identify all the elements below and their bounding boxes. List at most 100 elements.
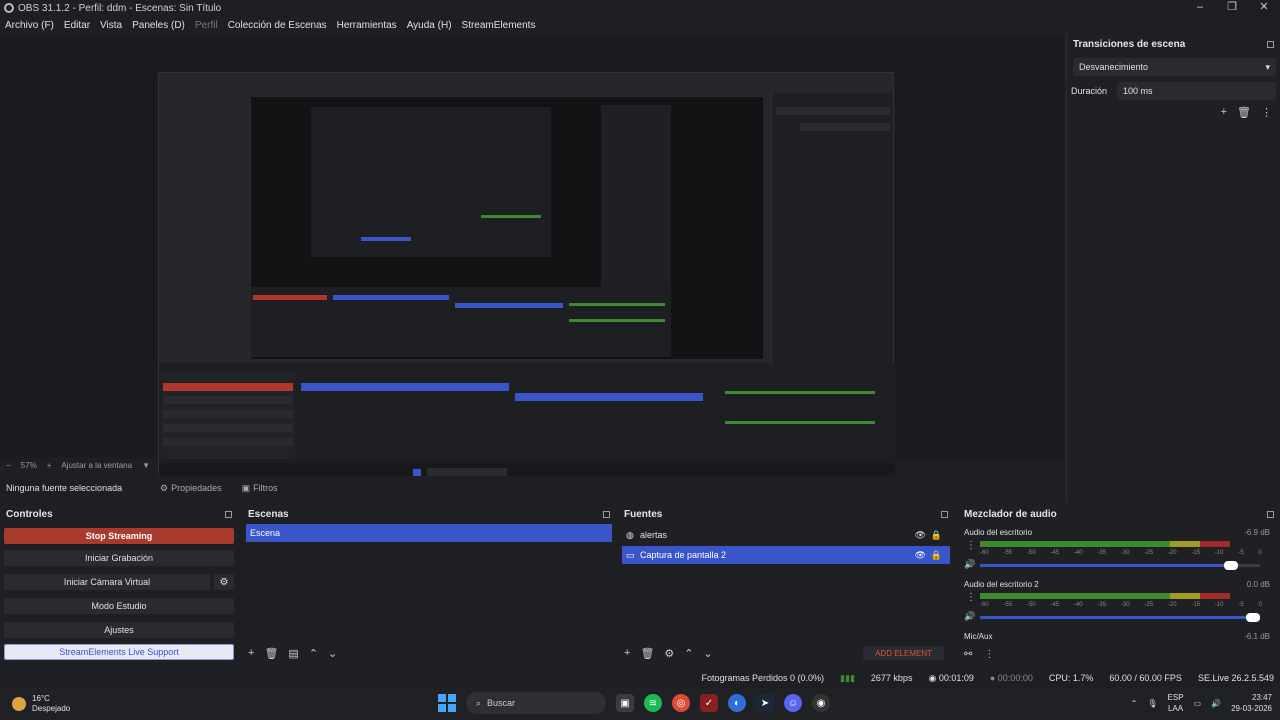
add-element-button[interactable]: ADD ELEMENT <box>863 646 944 660</box>
minimize-button[interactable]: – <box>1184 0 1216 14</box>
chevron-up-icon[interactable]: ⌃ <box>1131 699 1138 708</box>
version: SE.Live 26.2.5.549 <box>1197 673 1274 683</box>
close-button[interactable]: ✕ <box>1248 0 1280 14</box>
undock-icon[interactable] <box>225 510 232 518</box>
duration-input[interactable]: 100 ms <box>1117 82 1276 100</box>
menu-view[interactable]: Vista <box>95 20 127 31</box>
steam-icon[interactable]: ➤ <box>756 694 774 712</box>
obs-icon[interactable]: ◉ <box>812 694 830 712</box>
move-down-icon[interactable]: ⌄ <box>328 647 337 660</box>
scale-tick: 0 <box>1258 550 1262 556</box>
task-view-icon[interactable]: ▣ <box>616 694 634 712</box>
more-options-icon[interactable]: ⋮ <box>1261 106 1272 119</box>
scale-tick: -35 <box>1097 602 1107 608</box>
gear-icon[interactable]: ⚙ <box>664 647 674 660</box>
undock-icon[interactable] <box>1267 510 1274 518</box>
temperature: 16°C <box>32 694 50 703</box>
browser-source-icon: ◍ <box>626 529 634 540</box>
add-icon[interactable]: + <box>624 647 630 660</box>
volume-icon[interactable]: 🔊 <box>1211 699 1221 708</box>
filter-icon[interactable]: ▤ <box>288 647 298 660</box>
undock-icon[interactable] <box>941 510 948 518</box>
fit-to-window-select[interactable]: Ajustar a la ventana <box>61 461 132 470</box>
maximize-button[interactable]: ❐ <box>1216 0 1248 14</box>
chrome-icon[interactable]: ◎ <box>672 694 690 712</box>
trash-icon[interactable]: 🗑 <box>640 647 654 660</box>
speaker-icon[interactable]: 🔊 <box>964 611 975 622</box>
start-virtual-camera-button[interactable]: Iniciar Cámara Virtual <box>4 574 210 590</box>
properties-button[interactable]: ⚙ Propiedades <box>150 483 232 494</box>
move-up-icon[interactable]: ⌃ <box>309 647 318 660</box>
source-item[interactable]: ◍ alertas 👁 🔒 <box>622 526 950 544</box>
filters-label: Filtros <box>253 483 278 493</box>
more-options-icon[interactable]: ⋮ <box>984 649 994 660</box>
volume-slider[interactable] <box>980 561 1260 570</box>
trash-icon[interactable]: 🗑 <box>264 647 278 660</box>
menu-docks[interactable]: Paneles (D) <box>127 20 190 31</box>
stop-streaming-button[interactable]: Stop Streaming <box>4 528 234 544</box>
add-transition-icon[interactable]: + <box>1221 106 1227 119</box>
zoom-in-button[interactable]: + <box>47 461 52 470</box>
lock-icon[interactable]: 🔒 <box>931 530 942 541</box>
channel-db: -6.1 dB <box>1244 632 1270 641</box>
lock-icon[interactable]: 🔒 <box>931 550 942 561</box>
menu-profile[interactable]: Perfil <box>190 20 223 31</box>
gear-icon[interactable]: ⚙ <box>214 574 234 590</box>
dock-title: Controles <box>6 508 53 520</box>
filters-button[interactable]: ▣ Filtros <box>232 483 288 494</box>
language-indicator[interactable]: ESP LAA <box>1168 692 1184 714</box>
live-support-button[interactable]: StreamElements Live Support <box>4 644 234 660</box>
chevron-down-icon[interactable]: ▼ <box>142 461 150 470</box>
menu-help[interactable]: Ayuda (H) <box>402 20 457 31</box>
scale-tick: 0 <box>1258 602 1262 608</box>
clock[interactable]: 23:47 29-03-2026 <box>1231 692 1272 714</box>
move-up-icon[interactable]: ⌃ <box>684 647 693 660</box>
channel-name: Audio del escritorio <box>964 528 1033 537</box>
scene-item[interactable]: Escena <box>246 524 612 542</box>
taskbar-search[interactable]: ⌕ Buscar <box>466 692 606 714</box>
speaker-icon[interactable]: 🔊 <box>964 559 975 570</box>
preview-canvas[interactable] <box>0 34 1064 486</box>
link-icon[interactable]: ⚯ <box>964 649 972 660</box>
menu-streamelements[interactable]: StreamElements <box>457 20 541 31</box>
menu-scene-collection[interactable]: Colección de Escenas <box>223 20 332 31</box>
weather-widget[interactable]: 16°C Despejado <box>0 694 70 714</box>
dock-title: Mezclador de audio <box>964 508 1057 520</box>
menu-edit[interactable]: Editar <box>59 20 95 31</box>
duration-value: 100 ms <box>1123 86 1153 96</box>
undock-icon[interactable] <box>1267 40 1274 48</box>
dock-title: Transiciones de escena <box>1073 38 1186 50</box>
network-icon[interactable]: ▭ <box>1194 699 1202 708</box>
eye-icon[interactable]: 👁 <box>915 550 926 561</box>
menu-tools[interactable]: Herramientas <box>332 20 402 31</box>
transition-select[interactable]: Desvanecimiento ▾ <box>1073 58 1276 76</box>
more-options-icon[interactable]: ⋮ <box>966 592 976 603</box>
dropped-frames: Fotogramas Perdidos 0 (0.0%) <box>701 673 825 683</box>
add-icon[interactable]: + <box>248 647 254 660</box>
trash-icon[interactable]: 🗑 <box>1237 106 1251 119</box>
properties-bar: Ninguna fuente seleccionada ⚙ Propiedades… <box>0 476 1064 500</box>
dock-title: Escenas <box>248 508 289 520</box>
source-item[interactable]: ▭ Captura de pantalla 2 👁 🔒 <box>622 546 950 564</box>
volume-slider[interactable] <box>980 613 1260 622</box>
fps: 60.00 / 60.00 FPS <box>1109 673 1182 683</box>
app-icon[interactable]: ✓ <box>700 694 718 712</box>
start-recording-button[interactable]: Iniciar Grabación <box>4 550 234 566</box>
undock-icon[interactable] <box>603 510 610 518</box>
menu-file[interactable]: Archivo (F) <box>0 20 59 31</box>
mic-icon[interactable]: 🎙 <box>1147 699 1157 708</box>
lang-top: ESP <box>1167 693 1184 702</box>
start-button[interactable] <box>438 694 456 712</box>
eye-icon[interactable]: 👁 <box>915 530 926 541</box>
scale-tick: -25 <box>1144 550 1154 556</box>
browser-icon[interactable]: ◐ <box>728 694 746 712</box>
more-options-icon[interactable]: ⋮ <box>966 540 976 551</box>
discord-icon[interactable]: ☺ <box>784 694 802 712</box>
zoom-out-button[interactable]: − <box>6 461 11 470</box>
studio-mode-button[interactable]: Modo Estudio <box>4 598 234 614</box>
move-down-icon[interactable]: ⌄ <box>704 647 713 660</box>
volume-meter <box>980 541 1230 547</box>
settings-button[interactable]: Ajustes <box>4 622 234 638</box>
sources-dock: Fuentes ◍ alertas 👁 🔒 ▭ Captura de panta… <box>618 506 954 666</box>
spotify-icon[interactable]: ≋ <box>644 694 662 712</box>
